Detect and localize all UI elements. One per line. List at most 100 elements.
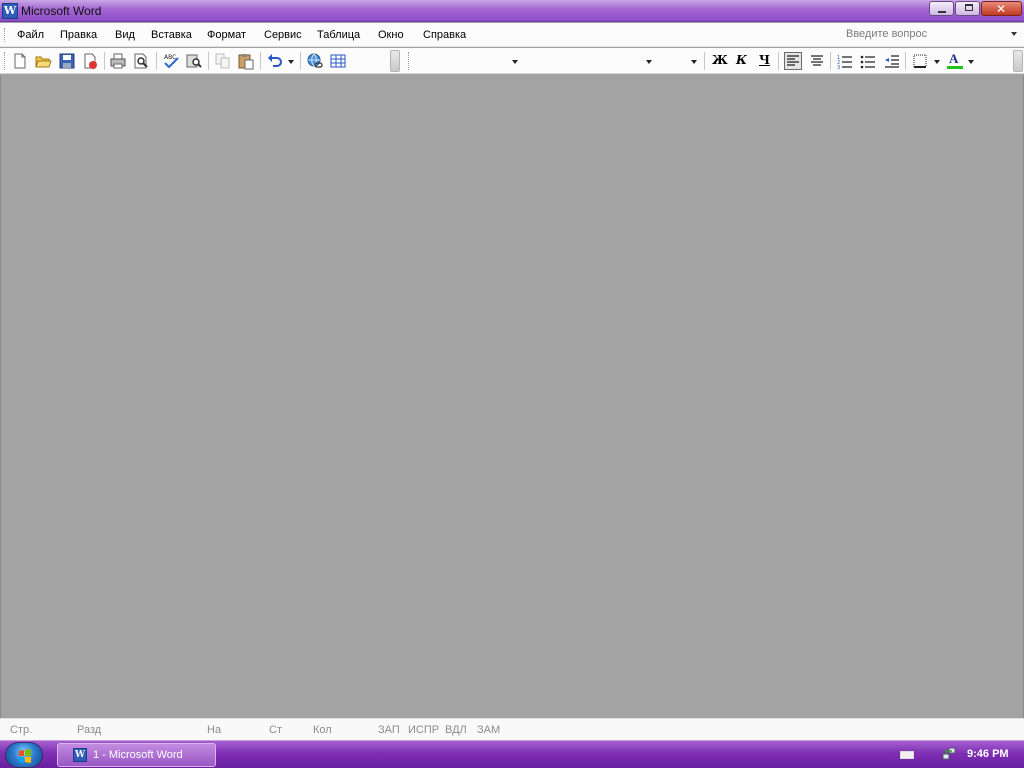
help-dropdown-arrow-icon[interactable] [1011,32,1017,36]
print-preview-button[interactable] [132,52,150,70]
menu-insert[interactable]: Вставка [151,29,192,41]
taskbar-word-label: 1 - Microsoft Word [93,749,183,761]
align-center-icon [811,55,823,66]
formatting-toolbar-grip[interactable] [408,52,411,70]
spelling-button[interactable]: ABC [162,52,180,70]
undo-icon [268,54,282,67]
formatting-toolbar-options-chevron-icon[interactable] [1013,50,1023,72]
keyboard-icon[interactable] [900,751,914,759]
permission-button[interactable] [81,52,99,70]
menu-edit[interactable]: Правка [60,29,97,41]
insert-table-button[interactable] [329,52,347,70]
start-button[interactable] [5,742,43,768]
toolbar-separator [300,52,301,70]
status-line: Ст [269,724,282,736]
copy-button[interactable] [214,52,232,70]
title-bar[interactable]: W Microsoft Word ✕ [0,0,1024,22]
status-column: Кол [313,724,332,736]
menu-view[interactable]: Вид [115,29,135,41]
clock[interactable]: 9:46 PM [967,748,1009,760]
font-color-button[interactable]: A [946,51,964,71]
align-left-button[interactable] [784,52,802,70]
status-track-changes[interactable]: ИСПР [408,724,439,736]
numbering-button[interactable]: 123 [836,52,854,70]
status-at: На [207,724,222,736]
paste-icon [238,54,254,70]
toolbar-separator [830,52,831,70]
bold-button[interactable]: Ж [712,53,728,67]
status-bar: Стр. Разд На Ст Кол ЗАП ИСПР ВДЛ ЗАМ [0,718,1024,740]
toolbar-separator [704,52,705,70]
toolbar: ABC Ж К Ч 1 2 3 A [0,48,1024,74]
toolbar-separator [104,52,105,70]
open-button[interactable] [34,52,52,70]
status-extend-selection[interactable]: ВДЛ [445,724,467,736]
borders-button[interactable] [911,52,929,70]
printer-icon [110,53,126,69]
toolbar-options-chevron-icon[interactable] [390,50,400,72]
close-button[interactable]: ✕ [981,1,1022,16]
menu-format[interactable]: Формат [207,29,246,41]
toolbar-separator [156,52,157,70]
new-document-button[interactable] [11,52,29,70]
toolbar-grip[interactable] [4,52,7,70]
bulleted-list-icon [860,55,875,69]
toolbar-separator [905,52,906,70]
font-size-dropdown-arrow-icon[interactable] [691,60,697,64]
undo-button[interactable] [266,52,284,70]
windows-logo-icon [19,749,31,763]
font-color-dropdown-arrow-icon[interactable] [968,60,974,64]
status-overtype[interactable]: ЗАМ [477,724,500,736]
align-left-icon [787,55,799,66]
menu-table[interactable]: Таблица [317,29,360,41]
print-button[interactable] [109,52,127,70]
status-record-macro[interactable]: ЗАП [378,724,400,736]
network-icon[interactable] [942,746,956,760]
font-selector[interactable] [525,51,655,71]
menu-tools[interactable]: Сервис [264,29,302,41]
menu-grip[interactable] [4,28,7,42]
minimize-icon [938,11,946,13]
underline-button[interactable]: Ч [759,53,770,67]
new-document-icon [14,53,26,69]
research-button[interactable] [185,52,203,70]
word-app-icon[interactable]: W [2,3,18,19]
style-dropdown-arrow-icon[interactable] [512,60,518,64]
status-section: Разд [77,724,102,736]
spelling-check-icon: ABC [164,54,179,69]
bullets-button[interactable] [859,52,877,70]
help-question-box[interactable]: Введите вопрос [846,28,927,40]
taskbar: W 1 - Microsoft Word 9:46 PM [0,740,1024,768]
decrease-indent-icon [885,55,899,68]
menu-help[interactable]: Справка [423,29,466,41]
align-center-button[interactable] [808,52,826,70]
insert-hyperlink-button[interactable] [306,52,324,70]
word-taskbar-icon: W [73,748,87,762]
borders-dropdown-arrow-icon[interactable] [934,60,940,64]
decrease-indent-button[interactable] [883,52,901,70]
restore-button[interactable] [955,1,980,16]
menu-file[interactable]: Файл [17,29,44,41]
paste-button[interactable] [237,52,255,70]
undo-dropdown-arrow-icon[interactable] [288,60,294,64]
italic-button[interactable]: К [736,53,747,67]
permission-icon [84,53,97,69]
document-workspace[interactable] [0,75,1024,718]
window-title: Microsoft Word [21,4,102,18]
copy-icon [215,53,230,69]
menu-bar: Файл Правка Вид Вставка Формат Сервис Та… [0,23,1024,47]
research-icon [186,54,202,68]
style-selector[interactable] [413,51,522,71]
menu-window[interactable]: Окно [378,29,404,41]
save-button[interactable] [58,52,76,70]
font-dropdown-arrow-icon[interactable] [646,60,652,64]
svg-text:3: 3 [837,65,840,70]
close-icon: ✕ [996,2,1007,16]
minimize-button[interactable] [929,1,954,16]
restore-icon [965,4,973,11]
open-folder-icon [35,56,52,68]
status-page: Стр. [10,724,33,736]
taskbar-word-button[interactable]: W 1 - Microsoft Word [57,743,216,767]
borders-icon [913,54,927,68]
toolbar-separator [208,52,209,70]
